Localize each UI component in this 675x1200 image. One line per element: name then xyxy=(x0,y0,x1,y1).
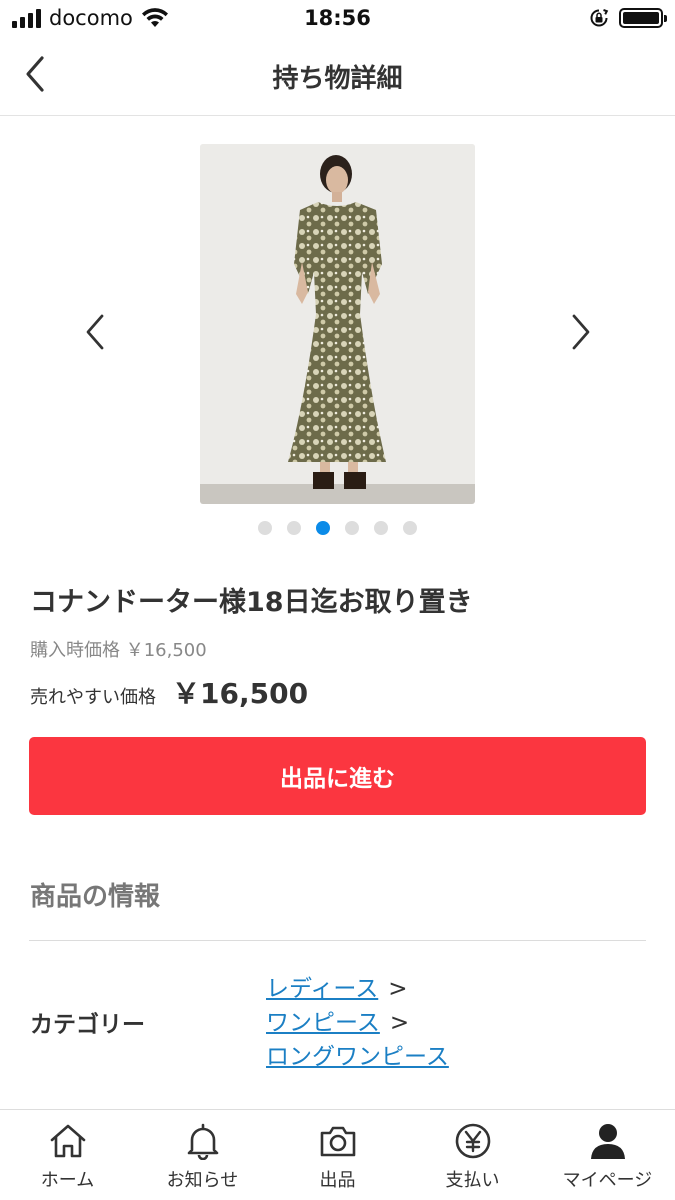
tab-label: 出品 xyxy=(319,1170,356,1191)
nav-bar: 持ち物詳細 xyxy=(0,40,675,116)
image-carousel xyxy=(0,116,675,546)
clock: 18:56 xyxy=(304,6,371,30)
category-separator: > xyxy=(388,976,408,1002)
dress-photo-illustration xyxy=(200,144,475,504)
page-title: 持ち物詳細 xyxy=(272,64,403,94)
tab-notifications[interactable]: お知らせ xyxy=(135,1110,270,1200)
orientation-lock-icon xyxy=(590,9,609,27)
carousel-dot[interactable] xyxy=(374,521,388,535)
item-title: コナンドーター様18日迄お取り置き xyxy=(30,587,473,618)
status-bar: docomo 18:56 xyxy=(0,0,675,40)
tab-label: ホーム xyxy=(40,1170,95,1191)
bell-icon xyxy=(187,1123,218,1160)
carousel-dot[interactable] xyxy=(345,521,359,535)
tab-sell[interactable]: 出品 xyxy=(270,1110,405,1200)
camera-icon xyxy=(320,1126,355,1157)
carousel-dot[interactable] xyxy=(403,521,417,535)
product-photo[interactable] xyxy=(200,144,475,504)
sell-price-label: 売れやすい価格 xyxy=(30,687,156,708)
tab-label: 支払い xyxy=(445,1170,500,1191)
category-label: カテゴリー xyxy=(30,1012,145,1038)
carousel-dot[interactable] xyxy=(316,521,330,535)
home-icon xyxy=(50,1124,85,1158)
category-link-long-onepiece[interactable]: ロングワンピース xyxy=(266,1044,449,1070)
battery-icon xyxy=(619,8,667,28)
chevron-right-icon xyxy=(572,314,590,350)
carousel-dot[interactable] xyxy=(287,521,301,535)
tab-mypage[interactable]: マイページ xyxy=(540,1110,675,1200)
tab-bar: ホーム お知らせ 出品 支払い マイページ xyxy=(0,1109,675,1200)
sell-price-value: ￥16,500 xyxy=(172,677,309,710)
tab-home[interactable]: ホーム xyxy=(0,1110,135,1200)
carousel-next-button[interactable] xyxy=(562,312,598,352)
carousel-prev-button[interactable] xyxy=(78,312,114,352)
carousel-pagination xyxy=(0,521,675,535)
tab-label: お知らせ xyxy=(166,1170,239,1191)
category-link-onepiece[interactable]: ワンピース xyxy=(266,1010,380,1036)
section-title-product-info: 商品の情報 xyxy=(30,882,161,912)
divider xyxy=(29,940,646,941)
sell-price-row: 売れやすい価格 ￥16,500 xyxy=(30,672,308,712)
person-icon xyxy=(590,1124,625,1159)
carousel-dot[interactable] xyxy=(258,521,272,535)
yen-icon xyxy=(455,1123,490,1159)
tab-label: マイページ xyxy=(562,1170,653,1191)
list-item-button[interactable]: 出品に進む xyxy=(29,737,646,815)
category-links: レディース > ワンピース > ロングワンピース xyxy=(266,972,449,1074)
category-link-ladies[interactable]: レディース xyxy=(266,976,378,1002)
tab-payment[interactable]: 支払い xyxy=(405,1110,540,1200)
purchase-price: 購入時価格 ￥16,500 xyxy=(30,640,207,661)
category-separator: > xyxy=(389,1010,410,1036)
chevron-left-icon xyxy=(86,314,104,350)
